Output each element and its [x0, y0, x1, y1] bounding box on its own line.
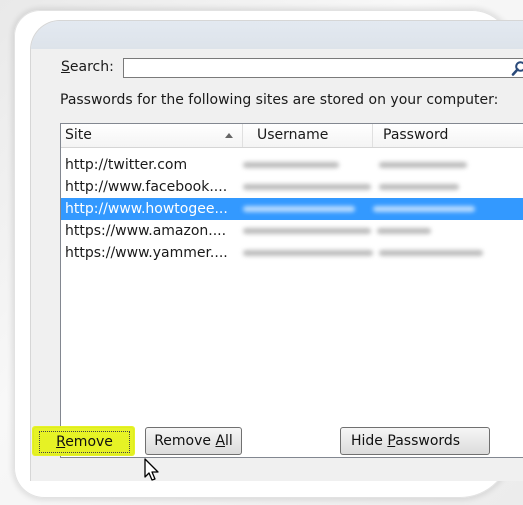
site-cell: https://www.yammer....: [65, 245, 228, 261]
column-header-username[interactable]: Username: [243, 124, 373, 147]
password-redacted: [379, 250, 483, 256]
password-redacted: [373, 206, 475, 212]
search-row: Search:: [59, 58, 523, 80]
list-row-twitter[interactable]: http://twitter.com: [61, 154, 523, 176]
hide-passwords-button[interactable]: Hide Passwords: [340, 427, 490, 455]
title-bar: [31, 21, 523, 49]
site-cell: http://www.howtogee...: [65, 201, 228, 217]
info-text: Passwords for the following sites are st…: [60, 92, 499, 108]
remove-button-label: Remove: [39, 431, 130, 453]
username-redacted: [243, 206, 355, 212]
list-row-facebook[interactable]: http://www.facebook....: [61, 176, 523, 198]
list-row-yammer[interactable]: https://www.yammer....: [61, 242, 523, 264]
list-header: Site Username Password: [61, 124, 523, 148]
password-redacted: [379, 184, 459, 190]
remove-all-button[interactable]: Remove All: [145, 427, 242, 455]
username-redacted: [243, 228, 371, 234]
password-redacted: [377, 228, 431, 234]
search-input[interactable]: [123, 58, 523, 78]
site-cell: http://www.facebook....: [65, 179, 228, 195]
site-cell: http://twitter.com: [65, 157, 188, 173]
search-label: Search:: [61, 59, 114, 75]
column-header-site[interactable]: Site: [61, 124, 243, 147]
remove-button[interactable]: Remove: [32, 426, 135, 456]
sort-ascending-icon: [225, 133, 233, 138]
column-header-password[interactable]: Password: [373, 124, 523, 147]
search-icon[interactable]: [511, 60, 523, 77]
site-cell: https://www.amazon....: [65, 223, 227, 239]
username-redacted: [243, 250, 373, 256]
passwords-list[interactable]: Site Username Password http://twitter.co…: [60, 123, 523, 458]
password-redacted: [379, 162, 467, 168]
mouse-pointer-icon: [144, 458, 159, 481]
username-redacted: [243, 162, 339, 168]
saved-passwords-dialog: Search: Passwords for the following site…: [30, 20, 523, 481]
list-row-howtogeek[interactable]: http://www.howtogee...: [61, 198, 523, 220]
username-redacted: [243, 184, 371, 190]
list-row-amazon[interactable]: https://www.amazon....: [61, 220, 523, 242]
